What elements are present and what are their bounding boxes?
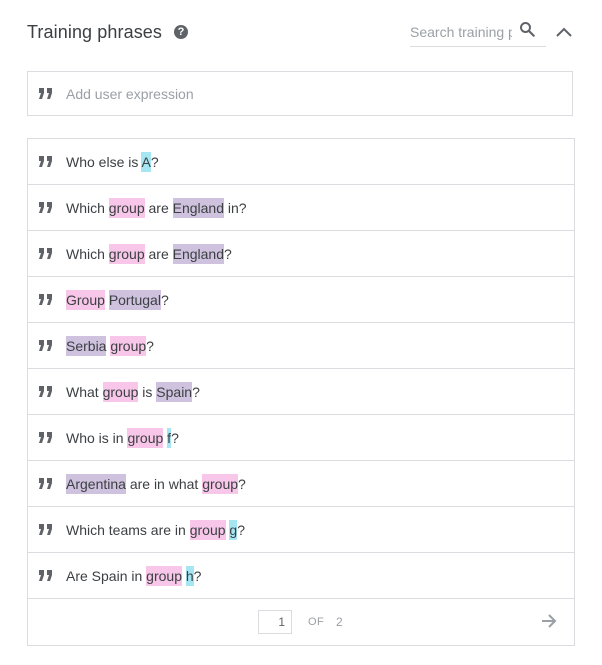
training-phrase-text[interactable]: Serbia group? <box>66 335 154 356</box>
training-phrase-text[interactable]: Who is in group f? <box>66 427 179 448</box>
phrase-segment: in? <box>224 199 247 216</box>
training-phrases-panel: Training phrases ? Who else is A?Which g… <box>0 0 602 665</box>
entity-annotation[interactable]: group <box>110 335 147 356</box>
search-input[interactable] <box>410 22 512 42</box>
chevron-up-icon[interactable] <box>555 24 573 40</box>
training-phrase-row[interactable]: Group Portugal? <box>28 277 574 323</box>
of-label: OF <box>308 616 325 628</box>
entity-annotation[interactable]: Spain <box>156 381 193 402</box>
entity-annotation[interactable]: Argentina <box>66 473 126 494</box>
phrase-segment: ? <box>150 153 159 170</box>
help-icon[interactable]: ? <box>174 25 189 39</box>
phrase-segment: What <box>66 383 103 400</box>
phrase-segment: Who is in <box>66 429 128 446</box>
phrase-segment: ? <box>237 521 246 538</box>
entity-annotation[interactable]: A <box>141 151 151 172</box>
quote-icon <box>39 569 52 581</box>
page-number-input[interactable] <box>258 610 292 634</box>
training-phrase-list: Who else is A? Which group are England in… <box>27 138 575 646</box>
add-expression-input[interactable] <box>66 85 572 102</box>
entity-annotation[interactable]: group <box>127 427 164 448</box>
training-phrase-row[interactable]: Which group are England in? <box>28 185 574 231</box>
quote-icon <box>39 293 52 305</box>
training-phrase-text[interactable]: Are Spain in group h? <box>66 565 202 586</box>
pagination: OF 2 <box>28 599 574 645</box>
quote-icon <box>39 523 52 535</box>
entity-annotation[interactable]: Serbia <box>66 335 107 356</box>
total-pages: 2 <box>336 615 343 629</box>
entity-annotation[interactable]: England <box>172 197 225 218</box>
training-phrase-text[interactable]: Group Portugal? <box>66 289 169 310</box>
phrase-segment: are in what <box>125 475 203 492</box>
training-phrase-text[interactable]: Argentina are in what group? <box>66 473 246 494</box>
quote-icon <box>39 339 52 351</box>
entity-annotation[interactable]: group <box>146 565 182 586</box>
phrase-segment: ? <box>171 429 179 446</box>
quote-icon <box>39 431 52 443</box>
phrase-segment: ? <box>193 567 202 584</box>
training-phrase-text[interactable]: Who else is A? <box>66 151 159 172</box>
entity-annotation[interactable]: group <box>189 519 226 540</box>
entity-annotation[interactable]: England <box>172 243 225 264</box>
training-phrase-row[interactable]: Which group are England? <box>28 231 574 277</box>
training-phrase-row[interactable]: Who is in group f? <box>28 415 574 461</box>
entity-annotation[interactable]: Portugal <box>108 289 161 310</box>
training-phrase-text[interactable]: What group is Spain? <box>66 381 200 402</box>
arrow-right-icon[interactable] <box>541 613 557 629</box>
phrase-segment: ? <box>192 383 200 400</box>
search-icon[interactable] <box>518 20 536 38</box>
phrase-segment: are <box>144 245 173 262</box>
phrase-segment: Which teams are in <box>66 521 190 538</box>
quote-icon <box>39 385 52 397</box>
quote-icon <box>39 87 52 99</box>
entity-annotation[interactable]: h <box>185 565 194 586</box>
quote-icon <box>39 247 52 259</box>
phrase-segment: ? <box>146 337 154 354</box>
training-phrase-text[interactable]: Which group are England in? <box>66 197 247 218</box>
search-box[interactable] <box>410 16 546 47</box>
phrase-segment: Who else is <box>66 153 142 170</box>
phrase-segment: Which <box>66 199 109 216</box>
training-phrase-row[interactable]: What group is Spain? <box>28 369 574 415</box>
training-phrase-row[interactable]: Argentina are in what group? <box>28 461 574 507</box>
training-phrase-row[interactable]: Which teams are in group g? <box>28 507 574 553</box>
quote-icon <box>39 477 52 489</box>
entity-annotation[interactable]: Group <box>66 289 105 310</box>
entity-annotation[interactable]: group <box>108 243 145 264</box>
phrase-segment: ? <box>224 245 232 262</box>
entity-annotation[interactable]: group <box>102 381 139 402</box>
quote-icon <box>39 155 52 167</box>
entity-annotation[interactable]: group <box>202 473 239 494</box>
phrase-segment: is <box>138 383 157 400</box>
phrase-segment: ? <box>238 475 246 492</box>
phrase-segment: Which <box>66 245 109 262</box>
phrase-segment: are <box>144 199 173 216</box>
entity-annotation[interactable]: group <box>108 197 145 218</box>
training-phrase-row[interactable]: Who else is A? <box>28 139 574 185</box>
training-phrase-text[interactable]: Which group are England? <box>66 243 232 264</box>
phrase-segment: Are Spain in <box>66 567 147 584</box>
training-phrase-text[interactable]: Which teams are in group g? <box>66 519 246 540</box>
training-phrase-row[interactable]: Are Spain in group h? <box>28 553 574 599</box>
add-expression-box[interactable] <box>27 71 573 116</box>
panel-header: Training phrases ? <box>27 14 575 50</box>
training-phrase-row[interactable]: Serbia group? <box>28 323 574 369</box>
phrase-segment: ? <box>160 291 169 308</box>
section-title: Training phrases <box>27 21 163 42</box>
quote-icon <box>39 201 52 213</box>
